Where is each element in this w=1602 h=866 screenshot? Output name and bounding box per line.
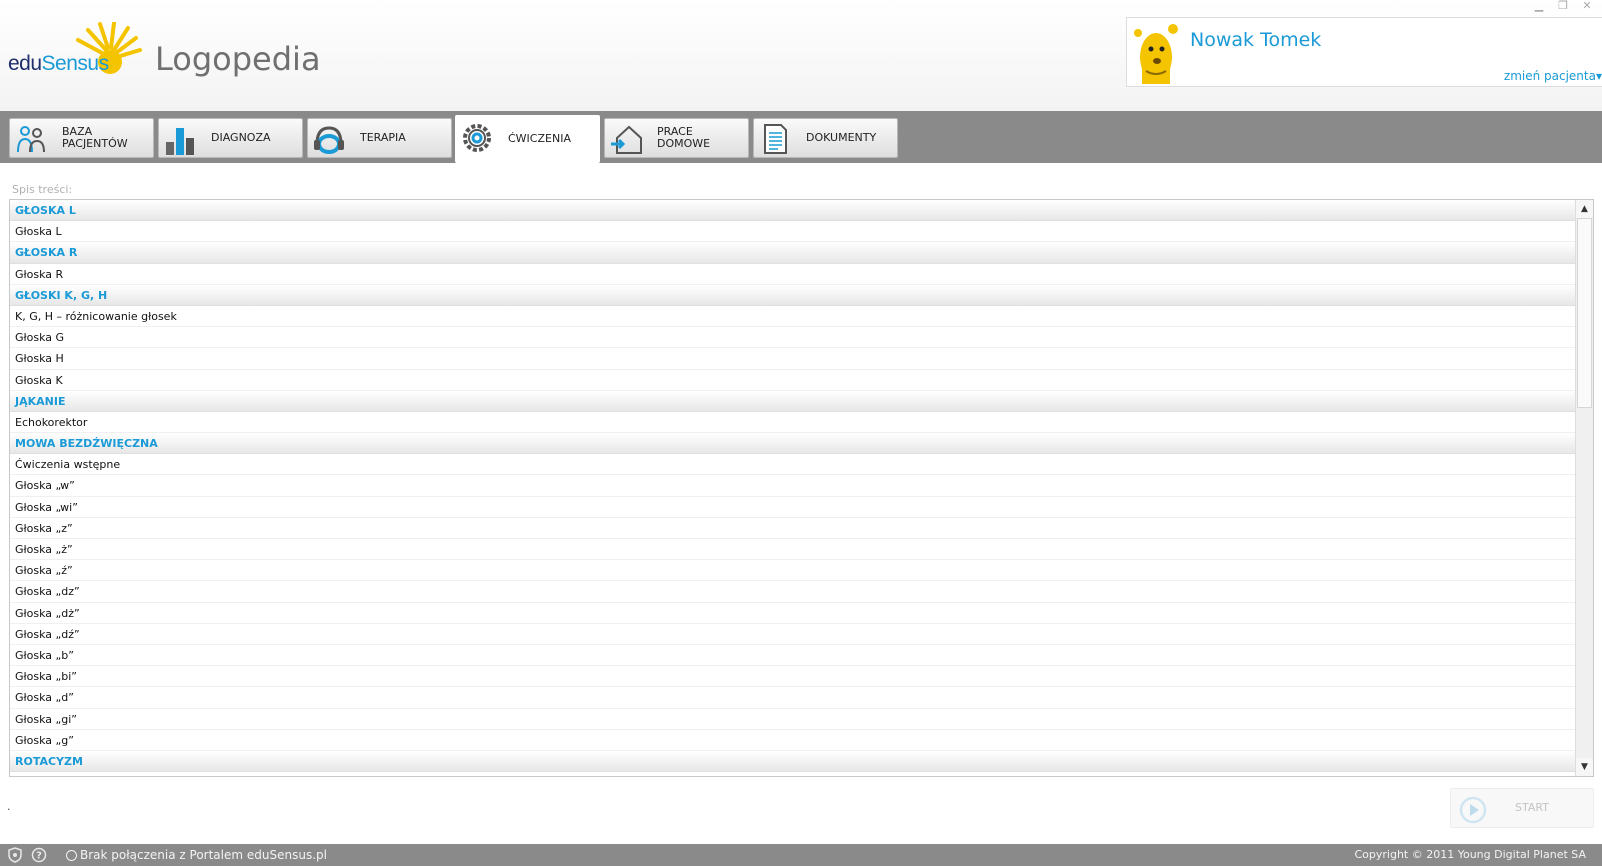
status-bar: ? Brak połączenia z Portalem eduSensus.p…: [0, 844, 1602, 866]
main-nav: BAZA PACJENTÓW DIAGNOZA TERAPIA ĆWICZENI…: [0, 111, 1602, 163]
list-item[interactable]: Głoska H: [10, 348, 1576, 370]
logo-wordmark: eduSensus: [8, 52, 109, 75]
close-icon[interactable]: ✕: [1580, 0, 1594, 12]
tab-diagnoza[interactable]: DIAGNOZA: [158, 118, 303, 158]
patient-panel: Nowak Tomek zmień pacjenta▾: [1126, 17, 1602, 87]
status-circle-icon: [66, 849, 77, 861]
list-item[interactable]: Ćwiczenia wstępne: [10, 454, 1576, 476]
list-item[interactable]: Echokorektor: [10, 411, 1576, 434]
document-icon: [764, 124, 787, 154]
svg-text:?: ?: [36, 851, 42, 862]
patients-icon: [17, 126, 45, 153]
list-item[interactable]: Głoska „dź”: [10, 623, 1576, 645]
description-text: .: [7, 800, 11, 813]
tab-label: BAZA PACJENTÓW: [62, 125, 128, 150]
list-item[interactable]: Głoska „gi”: [10, 708, 1576, 730]
tab-dokumenty[interactable]: DOKUMENTY: [753, 118, 898, 158]
list-item[interactable]: Głoska „dż”: [10, 602, 1576, 624]
list-item[interactable]: Głoska „ź”: [10, 560, 1576, 582]
list-item[interactable]: Głoska L: [10, 221, 1576, 243]
tab-baza-pacjentow[interactable]: BAZA PACJENTÓW: [9, 118, 154, 158]
scroll-down-icon[interactable]: ▼: [1576, 758, 1593, 776]
list-section-header: GŁOSKI K, G, H: [10, 284, 1576, 306]
tab-label: DOKUMENTY: [806, 131, 877, 144]
connection-status: Brak połączenia z Portalem eduSensus.pl: [66, 848, 327, 862]
app-header: ▁ ❐ ✕ eduSensus Logopedia Nowak Tomek zm…: [0, 0, 1602, 111]
chart-icon: [166, 128, 194, 155]
list-item[interactable]: Głoska G: [10, 327, 1576, 349]
list-item[interactable]: Głoska „g”: [10, 729, 1576, 751]
maximize-icon[interactable]: ❐: [1556, 0, 1570, 12]
list-item[interactable]: Głoska „b”: [10, 644, 1576, 667]
tab-cwiczenia[interactable]: ĆWICZENIA: [455, 115, 600, 163]
list-section-header: GŁOSKA R: [10, 242, 1576, 264]
list-item[interactable]: K, G, H – różnicowanie głosek: [10, 305, 1576, 328]
list-item[interactable]: Głoska K: [10, 369, 1576, 391]
shield-icon[interactable]: [7, 847, 23, 863]
list-section-header: GŁOSKA L: [10, 200, 1576, 222]
list-item[interactable]: Głoska „wi”: [10, 496, 1576, 518]
scroll-up-icon[interactable]: ▲: [1576, 200, 1593, 218]
list-item[interactable]: Głoska R: [10, 263, 1576, 285]
play-icon: [1459, 796, 1487, 824]
change-patient-link[interactable]: zmień pacjenta▾: [1504, 69, 1602, 83]
list-section-header: MOWA BEZDŹWIĘCZNA: [10, 433, 1576, 455]
start-label: START: [1515, 801, 1549, 814]
connection-status-text: Brak połączenia z Portalem eduSensus.pl: [80, 848, 327, 862]
exercise-list: GŁOSKA L Głoska L GŁOSKA R Głoska R GŁOSKI K…: [10, 200, 1576, 773]
list-item[interactable]: Głoska „ż”: [10, 539, 1576, 561]
start-button[interactable]: START: [1450, 788, 1594, 828]
tab-label: PRACE DOMOWE: [657, 125, 711, 150]
gear-icon: [463, 124, 491, 152]
window-controls: ▁ ❐ ✕: [1532, 0, 1594, 12]
headphones-icon: [314, 126, 344, 154]
tab-terapia[interactable]: TERAPIA: [307, 118, 452, 158]
tab-label: DIAGNOZA: [211, 131, 271, 144]
list-section-header: JĄKANIE: [10, 390, 1576, 412]
list-item[interactable]: Głoska „d”: [10, 687, 1576, 709]
help-icon[interactable]: ?: [31, 847, 47, 863]
patient-avatar-icon: [1130, 21, 1182, 84]
list-item[interactable]: Głoska „z”: [10, 517, 1576, 539]
toc-label: Spis treści:: [12, 183, 73, 196]
patient-name: Nowak Tomek: [1190, 29, 1322, 51]
list-scrollbar[interactable]: ▲ ▼: [1575, 200, 1593, 776]
minimize-icon[interactable]: ▁: [1532, 0, 1546, 12]
tab-label: TERAPIA: [360, 131, 406, 144]
exercise-list-panel: GŁOSKA L Głoska L GŁOSKA R Głoska R GŁOSKI K…: [9, 199, 1594, 777]
list-item[interactable]: Głoska „dz”: [10, 581, 1576, 603]
tab-prace-domowe[interactable]: PRACE DOMOWE: [604, 118, 749, 158]
home-icon: [611, 125, 642, 154]
edusensus-logo: eduSensus: [8, 22, 148, 78]
scroll-thumb[interactable]: [1577, 218, 1592, 408]
list-item[interactable]: Głoska „bi”: [10, 666, 1576, 688]
tab-label: ĆWICZENIA: [508, 132, 571, 145]
list-item[interactable]: Głoska „w”: [10, 475, 1576, 497]
copyright-text: Copyright © 2011 Young Digital Planet SA: [1354, 848, 1586, 861]
app-title: Logopedia: [155, 40, 321, 78]
list-section-header: ROTACYZM: [10, 750, 1576, 773]
